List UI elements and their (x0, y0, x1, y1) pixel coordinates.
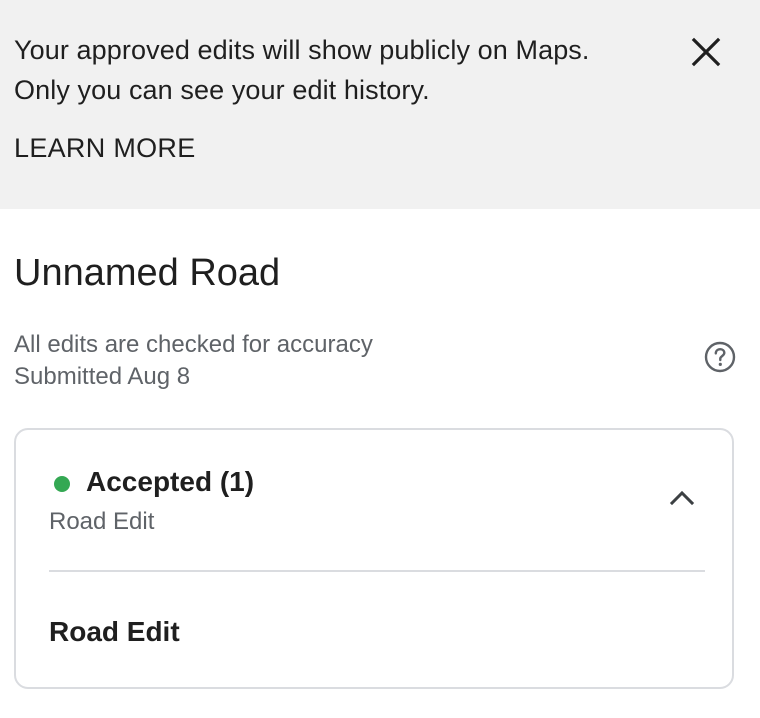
banner-message-line-2: Only you can see your edit history. (14, 75, 430, 105)
learn-more-link[interactable]: LEARN MORE (14, 131, 196, 165)
status-label: Accepted (1) (86, 466, 255, 497)
submitted-date: Submitted Aug 8 (14, 363, 191, 390)
collapse-button[interactable] (664, 480, 700, 516)
page-title: Unnamed Road (14, 252, 281, 294)
status-indicator-dot (54, 476, 70, 492)
chevron-up-icon (669, 490, 695, 506)
close-icon (691, 37, 721, 67)
accuracy-note: All edits are checked for accuracy (14, 331, 373, 358)
banner-message-line-1: Your approved edits will show publicly o… (14, 35, 590, 65)
close-banner-button[interactable] (686, 32, 726, 72)
info-banner: Your approved edits will show publicly o… (0, 0, 760, 209)
help-button[interactable] (703, 340, 737, 374)
edit-status-card: Accepted (1) Road Edit Road Edit (14, 428, 734, 689)
edit-detail-title: Road Edit (49, 616, 180, 647)
help-circle-icon (704, 341, 736, 373)
card-divider (49, 570, 705, 572)
status-subtitle: Road Edit (49, 508, 155, 535)
